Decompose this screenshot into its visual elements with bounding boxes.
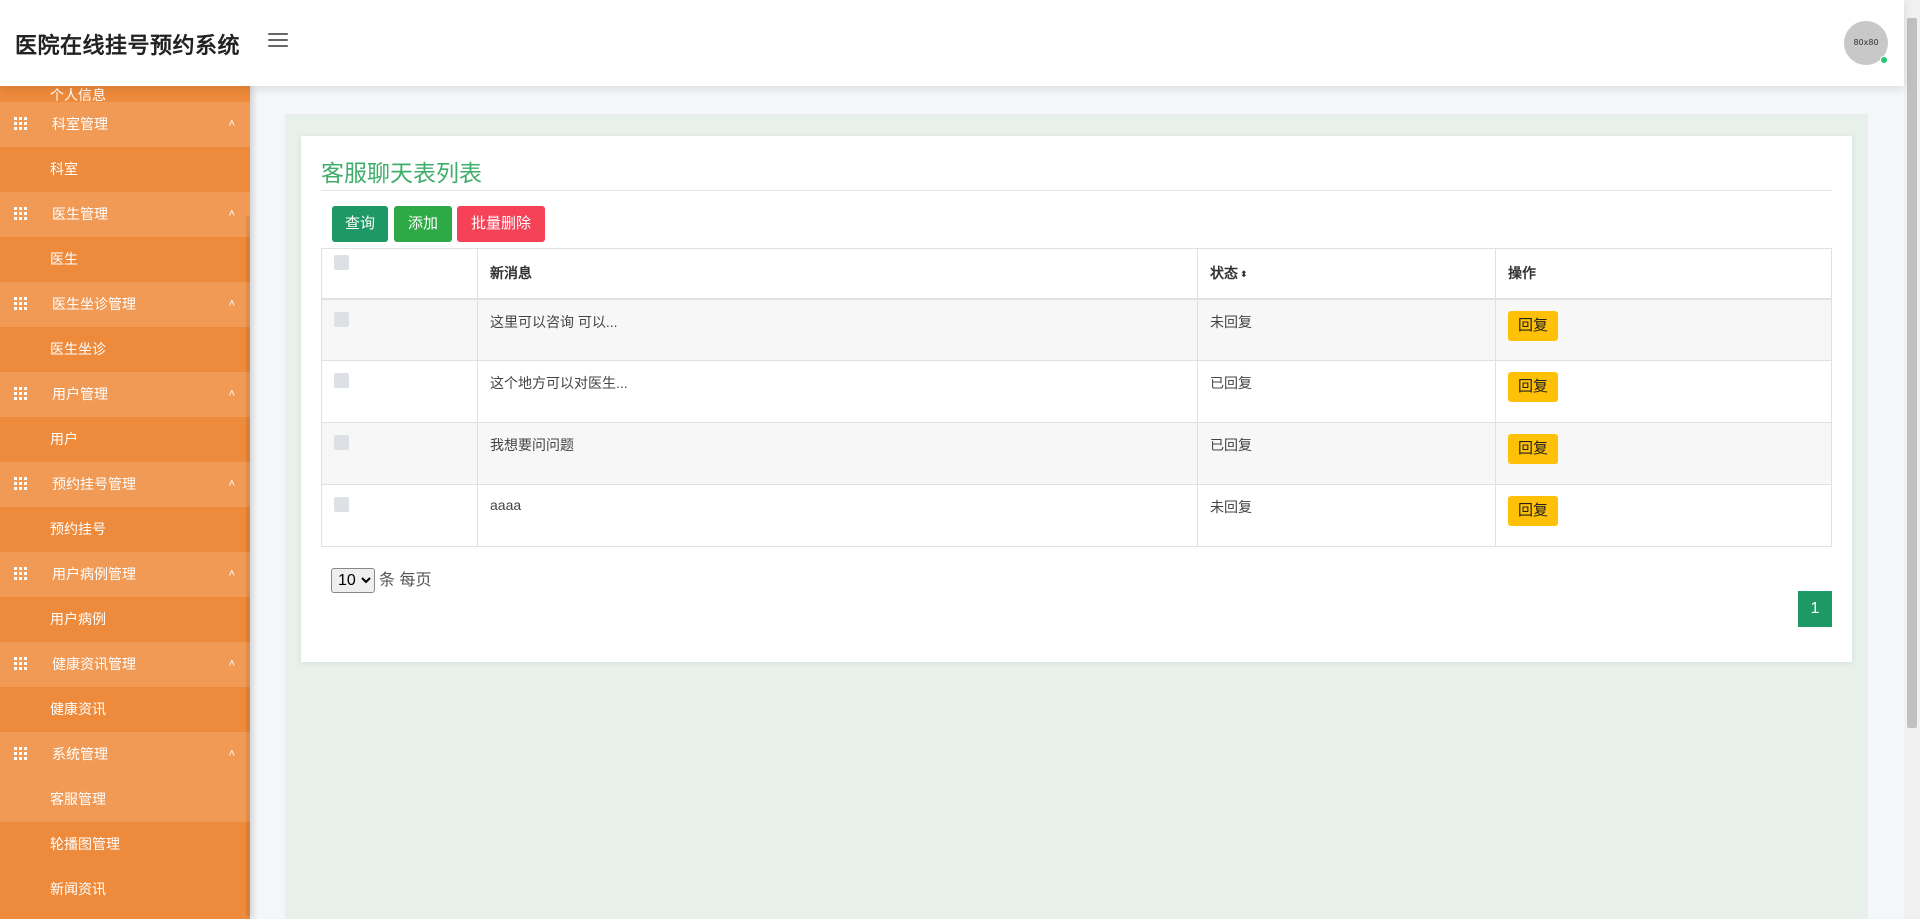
row-checkbox[interactable] bbox=[334, 497, 349, 512]
grid-icon bbox=[14, 657, 27, 670]
sort-icon[interactable]: ⬍ bbox=[1240, 269, 1248, 280]
sidebar-item[interactable]: 客服管理 bbox=[0, 777, 250, 822]
message-cell: 我想要问问题 bbox=[477, 422, 1198, 485]
page-size-label: 条 每页 bbox=[379, 572, 432, 589]
chevron-up-icon: ˄ bbox=[228, 568, 235, 580]
reply-button[interactable]: 回复 bbox=[1508, 310, 1558, 341]
table-row: 这里可以咨询 可以... 未回复 回复 bbox=[321, 298, 1832, 361]
table-row: 我想要问问题 已回复 回复 bbox=[321, 422, 1832, 485]
sidebar-group-label: 医生坐诊管理 bbox=[52, 296, 136, 312]
reply-button[interactable]: 回复 bbox=[1508, 434, 1558, 464]
sidebar-group[interactable]: 用户管理 ˄ bbox=[0, 372, 250, 417]
row-select-cell bbox=[321, 422, 478, 485]
sidebar-item[interactable]: 医生坐诊 bbox=[0, 327, 250, 372]
message-cell: aaaa bbox=[477, 484, 1198, 547]
grid-icon bbox=[14, 207, 27, 220]
add-button[interactable]: 添加 bbox=[394, 206, 452, 242]
table-row: 这个地方可以对医生... 已回复 回复 bbox=[321, 360, 1832, 423]
chevron-up-icon: ˄ bbox=[228, 208, 235, 220]
sidebar-group[interactable]: 用户病例管理 ˄ bbox=[0, 552, 250, 597]
col-header-action: 操作 bbox=[1495, 248, 1832, 300]
pagination-page-1[interactable]: 1 bbox=[1798, 591, 1832, 627]
chevron-up-icon: ˄ bbox=[228, 658, 235, 670]
sidebar-group-label: 健康资讯管理 bbox=[52, 656, 136, 672]
query-button[interactable]: 查询 bbox=[332, 206, 388, 242]
row-checkbox[interactable] bbox=[334, 373, 349, 388]
action-cell: 回复 bbox=[1495, 484, 1832, 547]
sidebar-item-profile[interactable]: 个人信息 bbox=[0, 86, 250, 103]
list-card: 客服聊天表列表 查询 添加 批量删除 新消息 状态 ⬍ 操作 这里可以咨询 可以.… bbox=[301, 136, 1852, 662]
sidebar-item[interactable]: 新闻资讯 bbox=[0, 867, 250, 912]
action-cell: 回复 bbox=[1495, 422, 1832, 485]
reply-button[interactable]: 回复 bbox=[1508, 496, 1558, 526]
app-title: 医院在线挂号预约系统 bbox=[15, 33, 241, 58]
sidebar-item[interactable]: 用户病例 bbox=[0, 597, 250, 642]
sidebar-group-label: 医生管理 bbox=[52, 206, 108, 222]
sidebar-item[interactable]: 预约挂号 bbox=[0, 507, 250, 552]
sidebar-item[interactable]: 轮播图管理 bbox=[0, 822, 250, 867]
chevron-up-icon: ˄ bbox=[228, 388, 235, 400]
grid-icon bbox=[14, 747, 27, 760]
row-checkbox[interactable] bbox=[334, 435, 349, 450]
row-select-cell bbox=[321, 298, 478, 361]
row-checkbox[interactable] bbox=[334, 311, 349, 327]
action-cell: 回复 bbox=[1495, 298, 1832, 361]
batch-delete-button[interactable]: 批量删除 bbox=[457, 206, 545, 242]
status-cell: 已回复 bbox=[1197, 360, 1496, 423]
chevron-up-icon: ˄ bbox=[228, 298, 235, 310]
col-header-message: 新消息 bbox=[477, 248, 1198, 300]
status-cell: 未回复 bbox=[1197, 298, 1496, 361]
menu-toggle-icon[interactable] bbox=[268, 33, 288, 49]
sidebar-item[interactable]: 科室 bbox=[0, 147, 250, 192]
message-cell: 这个地方可以对医生... bbox=[477, 360, 1198, 423]
sidebar-group[interactable]: 科室管理 ˄ bbox=[0, 102, 250, 147]
page-size-select[interactable]: 10 bbox=[331, 568, 375, 593]
table-header-row: 新消息 状态 ⬍ 操作 bbox=[321, 248, 1832, 300]
sidebar-group-label: 用户病例管理 bbox=[52, 566, 136, 582]
sidebar-item[interactable]: 医生 bbox=[0, 237, 250, 282]
sidebar: 个人信息 科室管理 ˄ 科室 医生管理 ˄ 医生 医生坐诊管理 ˄ 医生坐诊 用户管理 ˄ 用户 预约挂… bbox=[0, 86, 250, 919]
grid-icon bbox=[14, 297, 27, 310]
top-header: 医院在线挂号预约系统 80x80 bbox=[0, 0, 1904, 86]
sidebar-item[interactable]: 用户 bbox=[0, 417, 250, 462]
select-all-checkbox[interactable] bbox=[334, 255, 349, 271]
sidebar-group-label: 预约挂号管理 bbox=[52, 476, 136, 492]
grid-icon bbox=[14, 567, 27, 580]
message-cell: 这里可以咨询 可以... bbox=[477, 298, 1198, 361]
sidebar-group[interactable]: 医生管理 ˄ bbox=[0, 192, 250, 237]
status-cell: 已回复 bbox=[1197, 422, 1496, 485]
status-cell: 未回复 bbox=[1197, 484, 1496, 547]
sidebar-item[interactable]: 健康资讯 bbox=[0, 687, 250, 732]
sidebar-group[interactable]: 医生坐诊管理 ˄ bbox=[0, 282, 250, 327]
chat-table: 新消息 状态 ⬍ 操作 这里可以咨询 可以... 未回复 回复 这个地方可以对医生...… bbox=[321, 248, 1832, 547]
grid-icon bbox=[14, 117, 27, 130]
window-scrollbar-thumb[interactable] bbox=[1907, 18, 1917, 728]
sidebar-group-label: 科室管理 bbox=[52, 116, 108, 132]
chevron-up-icon: ˄ bbox=[228, 118, 235, 130]
action-cell: 回复 bbox=[1495, 360, 1832, 423]
chevron-up-icon: ˄ bbox=[228, 478, 235, 490]
sidebar-group-label: 用户管理 bbox=[52, 386, 108, 402]
grid-icon bbox=[14, 477, 27, 490]
reply-button[interactable]: 回复 bbox=[1508, 372, 1558, 402]
select-all-cell bbox=[321, 248, 478, 300]
title-divider bbox=[321, 190, 1832, 191]
table-row: aaaa 未回复 回复 bbox=[321, 484, 1832, 547]
sidebar-group[interactable]: 预约挂号管理 ˄ bbox=[0, 462, 250, 507]
online-status-dot bbox=[1880, 56, 1888, 64]
sidebar-group-label: 系统管理 bbox=[52, 746, 108, 762]
page-title: 客服聊天表列表 bbox=[321, 160, 482, 186]
page-size-control: 10 条 每页 bbox=[331, 566, 431, 593]
row-select-cell bbox=[321, 484, 478, 547]
row-select-cell bbox=[321, 360, 478, 423]
grid-icon bbox=[14, 387, 27, 400]
sidebar-group[interactable]: 系统管理 ˄ bbox=[0, 732, 250, 777]
col-header-status[interactable]: 状态 ⬍ bbox=[1197, 248, 1496, 300]
sidebar-group[interactable]: 健康资讯管理 ˄ bbox=[0, 642, 250, 687]
sidebar-scrollbar[interactable] bbox=[246, 216, 250, 916]
chevron-up-icon: ˄ bbox=[228, 748, 235, 760]
